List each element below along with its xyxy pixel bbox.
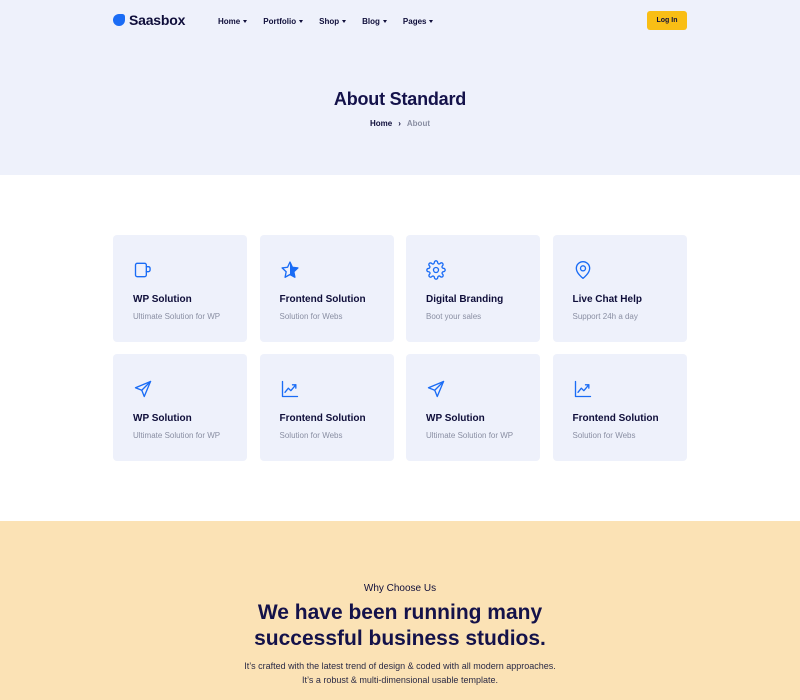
star-icon bbox=[280, 260, 300, 280]
feature-card[interactable]: Frontend Solution Solution for Webs bbox=[552, 354, 687, 461]
nav-item-label: Shop bbox=[319, 16, 340, 26]
feature-card[interactable]: WP Solution Ultimate Solution for WP bbox=[406, 354, 540, 461]
feature-title: Frontend Solution bbox=[279, 294, 366, 305]
caret-down-icon bbox=[342, 19, 347, 23]
send-icon bbox=[426, 379, 446, 399]
logo-text: Saasbox bbox=[129, 12, 186, 28]
caret-down-icon bbox=[382, 19, 387, 23]
feature-subtitle: Solution for Webs bbox=[279, 312, 343, 321]
section-description-line: It’s a robust & multi-dimensional usable… bbox=[302, 675, 498, 685]
nav-item-label: Portfolio bbox=[263, 16, 297, 26]
logo[interactable]: Saasbox bbox=[113, 11, 185, 29]
feature-card[interactable]: Live Chat Help Support 24h a day bbox=[552, 235, 687, 342]
feature-title: WP Solution bbox=[133, 413, 192, 424]
nav-item-label: Home bbox=[218, 16, 241, 26]
section-description: It’s crafted with the latest trend of de… bbox=[0, 659, 800, 687]
section-title-line: We have been running many bbox=[257, 601, 543, 624]
caret-down-icon bbox=[299, 19, 304, 23]
feature-subtitle: Solution for Webs bbox=[279, 431, 343, 440]
feature-subtitle: Ultimate Solution for WP bbox=[133, 312, 221, 321]
feature-subtitle: Ultimate Solution for WP bbox=[133, 431, 221, 440]
feature-title: WP Solution bbox=[133, 294, 192, 305]
feature-card[interactable]: WP Solution Ultimate Solution for WP bbox=[113, 235, 247, 342]
feature-subtitle: Boot your sales bbox=[426, 312, 482, 321]
feature-title: Live Chat Help bbox=[572, 294, 642, 305]
feature-subtitle: Solution for Webs bbox=[572, 431, 636, 440]
main-menu: Home Portfolio Shop Blog Pages bbox=[218, 14, 449, 28]
logo-icon bbox=[113, 14, 125, 26]
page-title: About Standard bbox=[333, 89, 467, 109]
feature-subtitle: Support 24h a day bbox=[572, 312, 638, 321]
send-icon bbox=[133, 379, 153, 399]
feature-card[interactable]: Frontend Solution Solution for Webs bbox=[259, 354, 394, 461]
navbar: Saasbox Home Portfolio Shop Blog Pages L… bbox=[0, 0, 800, 40]
nav-item-label: Pages bbox=[402, 16, 427, 26]
login-button[interactable]: Log In bbox=[647, 11, 687, 30]
feature-card[interactable]: WP Solution Ultimate Solution for WP bbox=[113, 354, 247, 461]
nav-item-home[interactable]: Home bbox=[218, 16, 248, 26]
caret-down-icon bbox=[429, 19, 434, 23]
feature-card[interactable]: Digital Branding Boot your sales bbox=[406, 235, 540, 342]
feature-title: WP Solution bbox=[426, 413, 485, 424]
feature-title: Digital Branding bbox=[426, 294, 504, 305]
cup-icon bbox=[133, 260, 153, 280]
section-description-line: It’s crafted with the latest trend of de… bbox=[244, 661, 556, 671]
nav-item-shop[interactable]: Shop bbox=[319, 16, 347, 26]
feature-subtitle: Ultimate Solution for WP bbox=[426, 431, 514, 440]
breadcrumb-home-link[interactable]: Home bbox=[370, 119, 392, 128]
nav-item-pages[interactable]: Pages bbox=[403, 17, 434, 26]
nav-item-label: Blog bbox=[362, 16, 380, 26]
location-pin-icon bbox=[573, 260, 593, 280]
chart-up-icon bbox=[280, 379, 300, 399]
feature-title: Frontend Solution bbox=[572, 413, 659, 424]
breadcrumb-current: About bbox=[406, 119, 430, 128]
chevron-right-icon: › bbox=[398, 119, 401, 128]
chart-up-icon bbox=[573, 379, 593, 399]
gear-icon bbox=[426, 260, 446, 280]
nav-item-portfolio[interactable]: Portfolio bbox=[263, 16, 304, 26]
nav-item-blog[interactable]: Blog bbox=[362, 17, 387, 26]
caret-down-icon bbox=[243, 19, 248, 23]
breadcrumb: Home › About bbox=[0, 119, 800, 128]
feature-grid: WP Solution Ultimate Solution for WP Fro… bbox=[113, 235, 687, 461]
feature-card[interactable]: Frontend Solution Solution for Webs bbox=[259, 235, 394, 342]
feature-title: Frontend Solution bbox=[279, 413, 366, 424]
section-title: We have been running many successful bus… bbox=[0, 600, 800, 652]
section-title-line: successful business studios. bbox=[254, 627, 546, 650]
section-eyebrow: Why Choose Us bbox=[363, 583, 437, 594]
